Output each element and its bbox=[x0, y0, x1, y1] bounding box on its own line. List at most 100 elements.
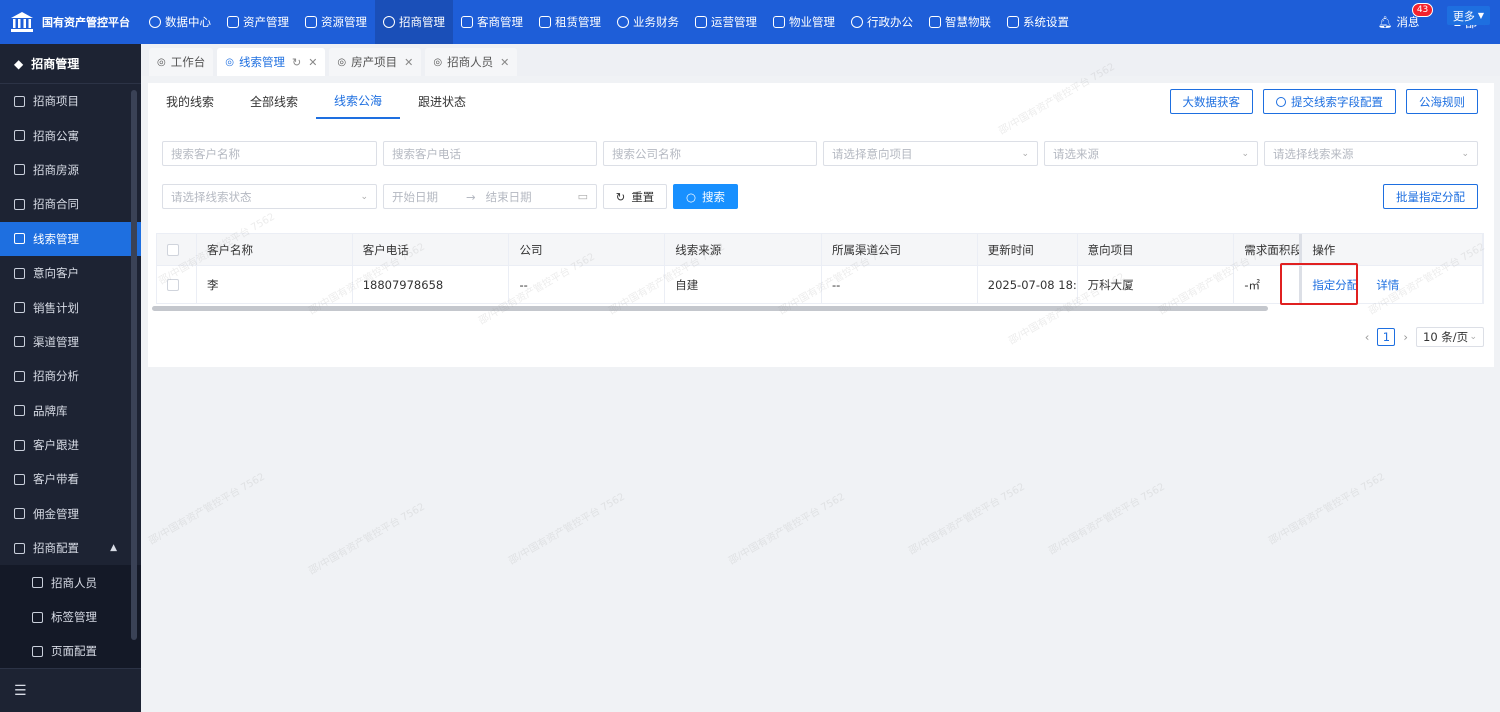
menu-item-icon bbox=[14, 267, 25, 279]
topnav-label: 业务财务 bbox=[633, 15, 679, 29]
sidebar-item-label: 招商房源 bbox=[33, 162, 79, 177]
app-logo[interactable]: 国有资产管控平台 bbox=[0, 0, 141, 44]
column-header: 需求面积段 bbox=[1234, 234, 1303, 265]
sidebar-item-4[interactable]: 线索管理 bbox=[0, 221, 141, 256]
column-header: 更新时间 bbox=[978, 234, 1078, 265]
sidebar-scrollbar[interactable] bbox=[131, 90, 137, 640]
sidebar-item-label: 渠道管理 bbox=[33, 334, 79, 349]
subtab-3[interactable]: 跟进状态 bbox=[400, 83, 484, 119]
search-button[interactable]: ○ 搜索 bbox=[673, 184, 738, 209]
field-config-button[interactable]: 提交线索字段配置 bbox=[1263, 89, 1396, 114]
row-checkbox[interactable] bbox=[167, 278, 179, 291]
batch-assign-button[interactable]: 批量指定分配 bbox=[1383, 184, 1478, 209]
tab-2[interactable]: ◎ 房产项目 ✕ bbox=[329, 48, 422, 76]
sidebar-subitem-1[interactable]: 标签管理 bbox=[0, 599, 141, 635]
tab-label: 招商人员 bbox=[447, 55, 494, 69]
sidebar-item-5[interactable]: 意向客户 bbox=[0, 256, 141, 290]
topnav-item-5[interactable]: 租赁管理 bbox=[531, 0, 609, 44]
sidebar-item-8[interactable]: 招商分析 bbox=[0, 359, 141, 393]
sidebar-subitem-2[interactable]: 页面配置 bbox=[0, 634, 141, 669]
select-all-checkbox[interactable] bbox=[167, 243, 179, 256]
tab-0[interactable]: ◎ 工作台 bbox=[149, 48, 214, 76]
sidebar-item-7[interactable]: 渠道管理 bbox=[0, 325, 141, 359]
page-number[interactable]: 1 bbox=[1377, 328, 1396, 346]
refresh-icon: ↻ bbox=[615, 189, 626, 204]
sidebar-subitem-label: 招商人员 bbox=[51, 575, 97, 590]
pool-rules-button[interactable]: 公海规则 bbox=[1406, 89, 1478, 114]
company-name-input[interactable]: 搜索公司名称 bbox=[603, 141, 817, 166]
clue-source-select[interactable]: 请选择线索来源 ⌄ bbox=[1264, 141, 1478, 166]
table-horizontal-scrollbar[interactable] bbox=[152, 306, 1268, 311]
customer-phone-input[interactable]: 搜索客户电话 bbox=[383, 141, 597, 166]
tab-label: 房产项目 bbox=[351, 55, 398, 69]
subtab-0[interactable]: 我的线索 bbox=[148, 83, 232, 119]
topnav-item-11[interactable]: 系统设置 bbox=[999, 0, 1077, 44]
clue-status-select[interactable]: 请选择线索状态 ⌄ bbox=[162, 184, 377, 209]
date-range-picker[interactable]: 开始日期 → 结束日期 ▭ bbox=[383, 184, 597, 209]
messages-button[interactable]: 🔔︎ 消息 43 bbox=[1378, 3, 1434, 30]
sidebar-item-0[interactable]: 招商项目 bbox=[0, 84, 141, 118]
topnav-item-9[interactable]: 行政办公 bbox=[843, 0, 921, 44]
sidebar-subitem-label: 页面配置 bbox=[51, 644, 97, 659]
sidebar-item-2[interactable]: 招商房源 bbox=[0, 153, 141, 187]
tab-3[interactable]: ◎ 招商人员 ✕ bbox=[425, 48, 518, 76]
project-select[interactable]: 请选择意向项目 ⌄ bbox=[823, 141, 1038, 166]
monitor-icon bbox=[851, 16, 863, 28]
page-size-label: 10 条/页 bbox=[1423, 330, 1469, 344]
people-icon bbox=[461, 16, 473, 28]
sidebar-item-3[interactable]: 招商合同 bbox=[0, 187, 141, 221]
topnav-item-10[interactable]: 智慧物联 bbox=[921, 0, 999, 44]
tab-1[interactable]: ◎ 线索管理 ↻ ✕ bbox=[217, 48, 326, 76]
menu-item-icon bbox=[14, 370, 25, 382]
sidebar-item-label: 客户带看 bbox=[33, 472, 79, 487]
sidebar-item-13[interactable]: 招商配置 ▲ bbox=[0, 531, 141, 565]
close-icon[interactable]: ✕ bbox=[308, 56, 317, 69]
source-select[interactable]: 请选来源 ⌄ bbox=[1044, 141, 1258, 166]
subtab-1[interactable]: 全部线索 bbox=[232, 83, 316, 119]
topnav-item-2[interactable]: 资源管理 bbox=[297, 0, 375, 44]
chevron-down-icon: ⌄ bbox=[1469, 332, 1477, 342]
sidebar: ◆ 招商管理 招商项目 招商公寓 招商房源 招商合同 线索管理 意向客户 销售计划 渠道管理招… bbox=[0, 44, 141, 712]
topnav-item-4[interactable]: 客商管理 bbox=[453, 0, 531, 44]
topnav-item-7[interactable]: 运营管理 bbox=[687, 0, 765, 44]
topnav-item-8[interactable]: 物业管理 bbox=[765, 0, 843, 44]
sidebar-item-11[interactable]: 客户带看 bbox=[0, 462, 141, 496]
sidebar-subitem-0[interactable]: 招商人员 bbox=[0, 565, 141, 600]
sidebar-item-label: 品牌库 bbox=[33, 403, 68, 418]
detail-link[interactable]: 详情 bbox=[1376, 277, 1399, 293]
refresh-icon[interactable]: ↻ bbox=[292, 56, 301, 69]
sidebar-item-label: 招商公寓 bbox=[33, 128, 79, 143]
topnav-item-1[interactable]: 资产管理 bbox=[219, 0, 297, 44]
close-icon[interactable]: ✕ bbox=[500, 56, 509, 69]
reset-button[interactable]: ↻ 重置 bbox=[603, 184, 667, 209]
sidebar-item-6[interactable]: 销售计划 bbox=[0, 290, 141, 324]
sidebar-item-9[interactable]: 品牌库 bbox=[0, 394, 141, 428]
subtab-2[interactable]: 线索公海 bbox=[316, 83, 401, 119]
gear-icon bbox=[1276, 96, 1286, 107]
next-page-icon[interactable]: › bbox=[1403, 330, 1408, 344]
topnav-item-0[interactable]: 数据中心 bbox=[141, 0, 219, 44]
sidebar-item-label: 佣金管理 bbox=[33, 506, 79, 521]
iot-icon bbox=[929, 16, 941, 28]
close-icon[interactable]: ✕ bbox=[404, 56, 413, 69]
page-size-select[interactable]: 10 条/页 ⌄ bbox=[1416, 327, 1484, 347]
sidebar-item-12[interactable]: 佣金管理 bbox=[0, 497, 141, 531]
topnav-label: 资源管理 bbox=[321, 15, 367, 29]
menu-item-icon bbox=[14, 95, 25, 107]
customer-name-placeholder: 搜索客户名称 bbox=[171, 146, 240, 161]
sidebar-item-1[interactable]: 招商公寓 bbox=[0, 118, 141, 152]
clue-status-placeholder: 请选择线索状态 bbox=[171, 189, 252, 204]
topnav-item-6[interactable]: 业务财务 bbox=[609, 0, 687, 44]
collapse-sidebar-button[interactable]: ☰ bbox=[0, 668, 141, 712]
menu-item-icon bbox=[14, 164, 25, 176]
menu-item-icon bbox=[14, 439, 25, 451]
topnav-item-3[interactable]: 招商管理 bbox=[375, 0, 453, 44]
home-icon bbox=[539, 16, 551, 28]
page-tabs: ◎ 工作台 ◎ 线索管理 ↻ ✕ ◎ 房产项目 ✕ ◎ 招商人员 ✕ bbox=[141, 44, 1500, 76]
more-tabs-button[interactable]: 更多 ▼ bbox=[1446, 6, 1490, 25]
customer-name-input[interactable]: 搜索客户名称 bbox=[162, 141, 377, 166]
bigdata-button[interactable]: 大数据获客 bbox=[1169, 89, 1253, 114]
sidebar-item-10[interactable]: 客户跟进 bbox=[0, 428, 141, 462]
dashboard-icon bbox=[149, 16, 161, 28]
prev-page-icon[interactable]: ‹ bbox=[1365, 330, 1370, 344]
